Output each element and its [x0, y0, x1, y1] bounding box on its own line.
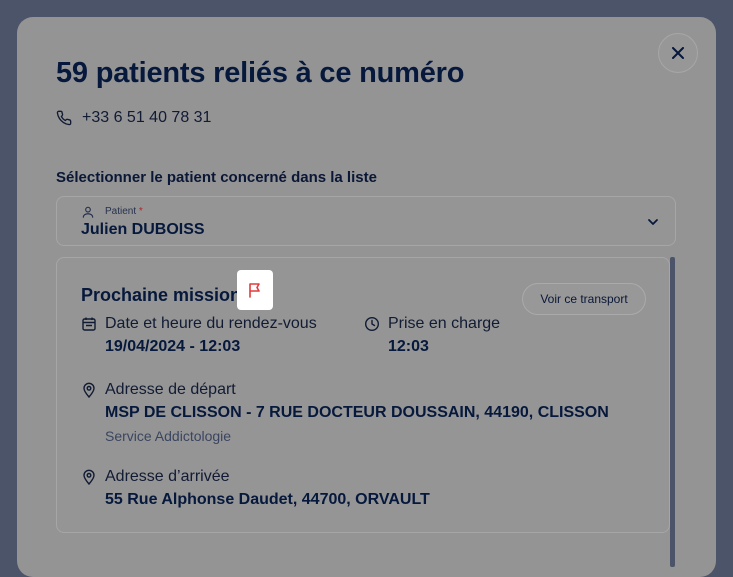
scrollbar[interactable] [670, 257, 675, 567]
close-icon [672, 47, 684, 59]
patient-select[interactable]: Patient * Julien DUBOISS [56, 196, 676, 246]
user-icon [82, 206, 94, 218]
phone-number-row: +33 6 51 40 78 31 [56, 109, 211, 127]
appointment-label: Date et heure du rendez-vous [105, 315, 317, 332]
modal-title: 59 patients reliés à ce numéro [56, 57, 465, 89]
clock-icon [364, 316, 380, 332]
phone-icon [56, 110, 72, 126]
arrival-value: 55 Rue Alphonse Daudet, 44700, ORVAULT [105, 491, 430, 508]
appointment-value: 19/04/2024 - 12:03 [105, 338, 241, 355]
departure-label: Adresse de départ [105, 381, 236, 398]
patient-field-label-text: Patient [105, 206, 137, 217]
departure-service: Service Addictologie [105, 428, 232, 444]
flag-icon [249, 283, 260, 298]
view-transport-button[interactable]: Voir ce transport [522, 283, 646, 315]
chevron-down-icon [648, 219, 658, 225]
flag-button[interactable] [237, 270, 273, 310]
calendar-icon [82, 317, 96, 331]
patient-field-label: Patient * [105, 206, 143, 217]
patient-selection-modal: 59 patients reliés à ce numéro +33 6 51 … [17, 17, 716, 577]
required-mark: * [138, 206, 143, 217]
patient-field-value: Julien DUBOISS [81, 221, 205, 238]
phone-number: +33 6 51 40 78 31 [82, 109, 212, 126]
pickup-label: Prise en charge [388, 315, 501, 332]
map-pin-icon [83, 469, 95, 485]
pickup-value: 12:03 [388, 338, 429, 355]
mission-title: Prochaine mission [81, 285, 242, 305]
map-pin-icon [83, 382, 95, 398]
departure-value: MSP DE CLISSON - 7 RUE DOCTEUR DOUSSAIN,… [105, 404, 609, 421]
arrival-label: Adresse d’arrivée [105, 468, 230, 485]
close-button[interactable] [658, 33, 698, 73]
next-mission-card: Prochaine mission Voir ce transport Date… [56, 257, 670, 533]
select-patient-label: Sélectionner le patient concerné dans la… [56, 169, 377, 186]
